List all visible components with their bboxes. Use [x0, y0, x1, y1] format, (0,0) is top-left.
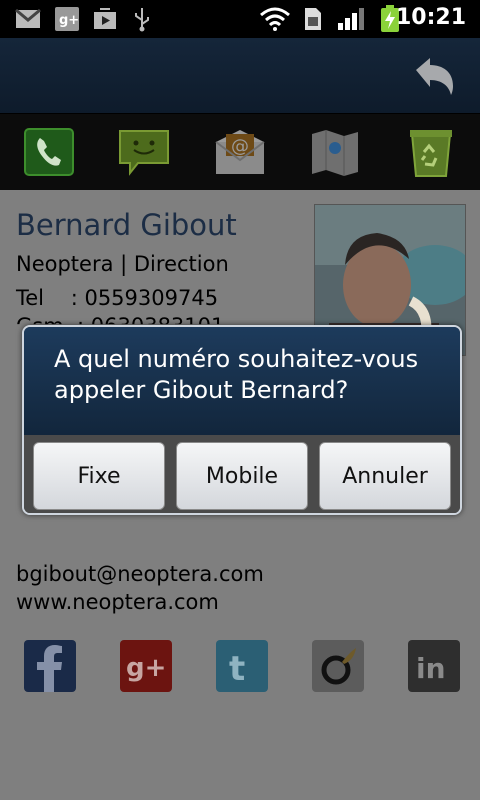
annuler-button[interactable]: Annuler — [319, 442, 451, 510]
recycle-icon[interactable] — [406, 128, 458, 178]
sms-icon[interactable] — [118, 128, 170, 178]
mobile-button[interactable]: Mobile — [176, 442, 308, 510]
dialog-title: A quel numéro souhaitez-vous appeler Gib… — [54, 345, 419, 404]
fixe-button[interactable]: Fixe — [33, 442, 165, 510]
action-bar: @ — [0, 114, 480, 190]
contact-website[interactable]: www.neoptera.com — [16, 590, 219, 614]
google-plus-icon: g+ — [54, 6, 80, 32]
svg-text:@: @ — [231, 136, 249, 157]
svg-text:g+: g+ — [126, 653, 166, 683]
status-bar: g+ 10:21 — [0, 0, 480, 38]
linkedin-icon[interactable]: in — [408, 640, 460, 692]
dialog-button-bar: Fixe Mobile Annuler — [24, 435, 460, 513]
phone-icon[interactable] — [24, 128, 76, 178]
svg-text:t: t — [229, 649, 245, 689]
clock: 10:21 — [395, 5, 466, 30]
contact-company: Neoptera | Direction — [16, 252, 229, 276]
contact-name: Bernard Gibout — [16, 208, 237, 242]
email-icon[interactable]: @ — [214, 128, 266, 178]
contact-email[interactable]: bgibout@neoptera.com — [16, 562, 264, 586]
signal-icon — [336, 6, 366, 32]
facebook-icon[interactable] — [24, 640, 76, 692]
play-store-icon — [92, 6, 118, 32]
maps-icon[interactable] — [310, 128, 362, 178]
wifi-icon — [258, 6, 292, 32]
gmail-icon — [14, 6, 42, 32]
sim-icon — [302, 6, 324, 32]
back-arrow-icon[interactable] — [410, 52, 458, 100]
title-bar — [0, 38, 480, 114]
dialog-header: A quel numéro souhaitez-vous appeler Gib… — [24, 327, 460, 435]
svg-text:in: in — [416, 652, 446, 685]
google-plus-icon[interactable]: g+ — [120, 640, 172, 692]
usb-icon — [130, 6, 154, 32]
viadeo-icon[interactable] — [312, 640, 364, 692]
contact-tel[interactable]: Tel : 0559309745 — [16, 286, 218, 310]
twitter-icon[interactable]: t — [216, 640, 268, 692]
svg-text:g+: g+ — [59, 13, 79, 28]
call-dialog: A quel numéro souhaitez-vous appeler Gib… — [22, 325, 462, 515]
